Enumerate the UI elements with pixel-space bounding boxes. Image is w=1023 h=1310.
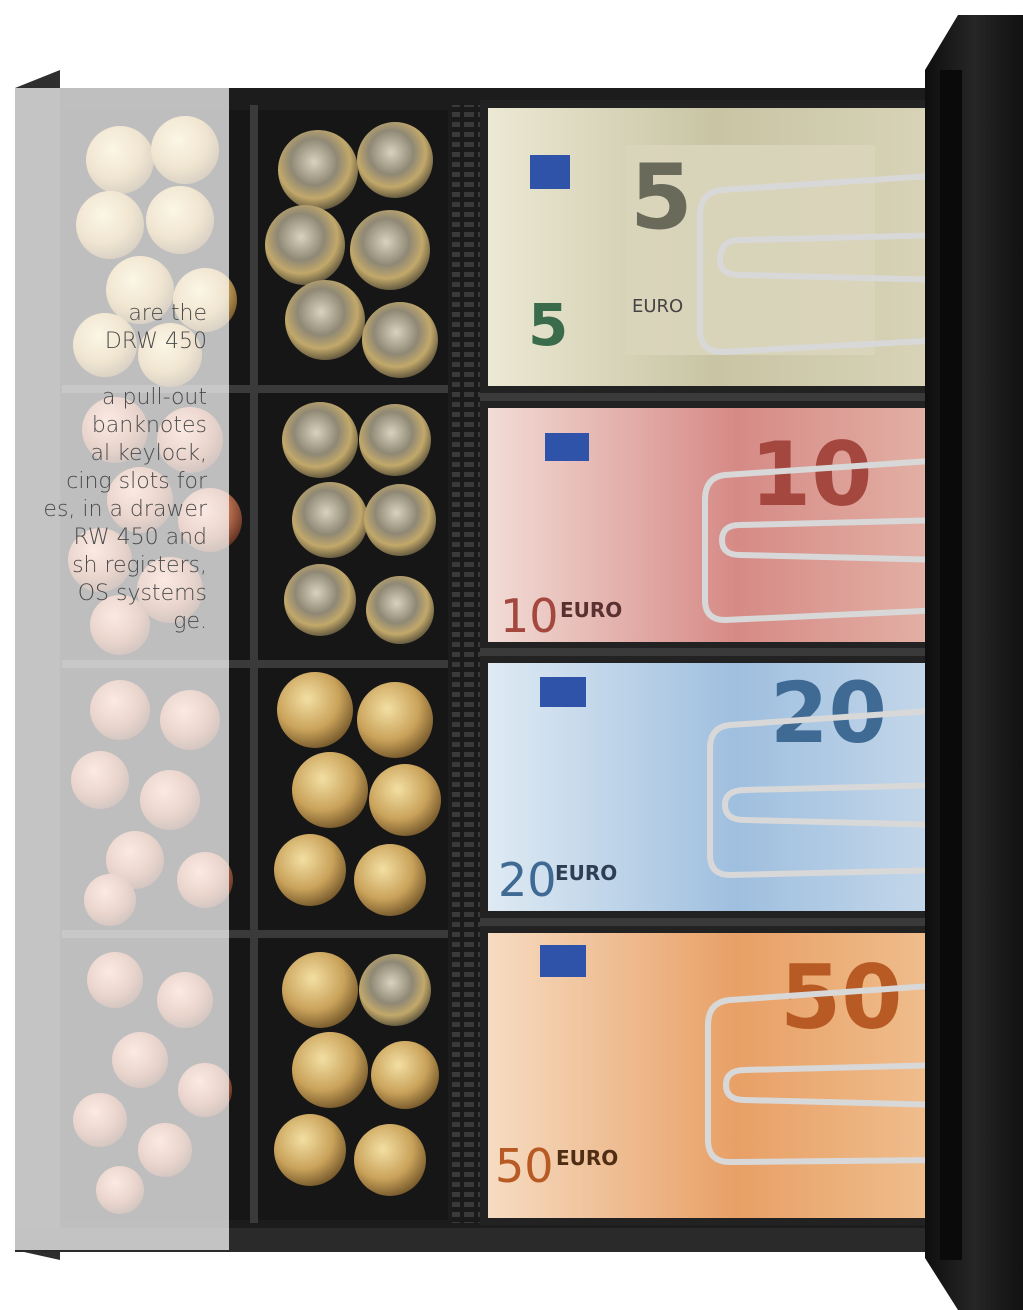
svg-text:EURO: EURO: [556, 1146, 618, 1170]
svg-text:10: 10: [500, 589, 559, 643]
text-line: es, in a drawer: [43, 497, 207, 522]
compartment-divider: [480, 918, 950, 926]
banknote-50-euro: 50 50 EURO: [488, 933, 940, 1218]
compartment-divider: [480, 393, 950, 401]
paragraph-description: a pull-out banknotes al keylock, cing sl…: [0, 384, 207, 636]
text-line: DRW 450: [104, 329, 207, 354]
svg-text:5: 5: [630, 145, 693, 250]
svg-text:EURO: EURO: [632, 296, 683, 317]
text-line: OS systems: [77, 581, 207, 606]
svg-text:5: 5: [528, 291, 568, 359]
text-line: cing slots for: [66, 469, 207, 494]
drawer-side-housing: [925, 15, 1023, 1310]
paragraph-intro: are the DRW 450: [0, 300, 207, 356]
banknote-10-euro: 10 10 EURO: [488, 408, 940, 643]
compartment-divider: [480, 648, 950, 656]
text-line: RW 450 and: [73, 525, 207, 550]
drawer-side-edge: [940, 70, 962, 1260]
svg-text:20: 20: [498, 853, 557, 907]
text-line: sh registers,: [72, 553, 207, 578]
svg-text:EURO: EURO: [555, 861, 617, 885]
text-line: banknotes: [91, 413, 207, 438]
description-text-block: are the DRW 450 a pull-out banknotes al …: [0, 300, 229, 800]
text-line: ge.: [173, 609, 207, 634]
svg-text:EURO: EURO: [560, 598, 622, 622]
note-slot-rail: [452, 105, 480, 1223]
text-line: a pull-out: [102, 385, 207, 410]
svg-text:50: 50: [495, 1139, 554, 1193]
text-line: al keylock,: [90, 441, 208, 466]
text-line: are the: [128, 301, 207, 326]
